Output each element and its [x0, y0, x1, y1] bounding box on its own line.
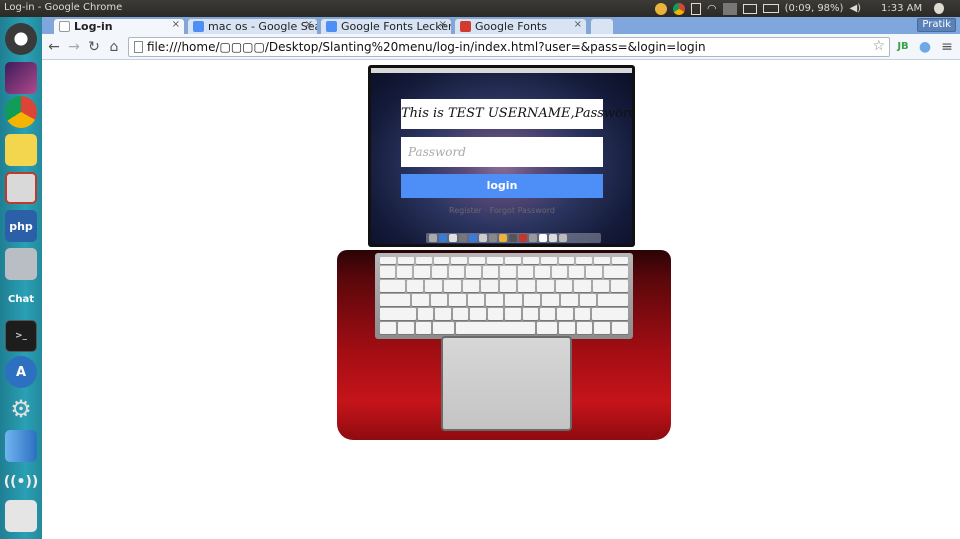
reload-button[interactable]: ↻: [85, 38, 103, 56]
menu-icon[interactable]: ≡: [938, 38, 956, 56]
network-icon[interactable]: ((•)): [4, 466, 39, 498]
chrome-icon[interactable]: [5, 96, 37, 128]
new-tab-button[interactable]: [590, 18, 614, 34]
sticky-notes-icon[interactable]: [5, 134, 37, 166]
login-button[interactable]: login: [401, 174, 603, 198]
page-viewport: This is TEST USERNAME,Password! login Re…: [42, 60, 960, 539]
laptop-keyboard: [375, 253, 633, 339]
google-favicon-icon: [326, 21, 337, 32]
chrome-indicator-icon[interactable]: [673, 2, 685, 15]
mail-icon[interactable]: [742, 3, 757, 14]
google-favicon-icon: [193, 21, 204, 32]
laptop-illustration: This is TEST USERNAME,Password! login Re…: [335, 64, 673, 446]
login-title: This is TEST USERNAME,Password!: [401, 99, 632, 129]
profile-badge[interactable]: Pratik: [917, 18, 956, 32]
php-label: php: [9, 219, 33, 233]
browser-toolbar: ← → ↻ ⌂ file:///home/▢▢▢▢/Desktop/Slanti…: [42, 34, 960, 60]
tab-login[interactable]: Log-in ×: [53, 18, 185, 34]
laptop-base: [335, 248, 673, 444]
disk-icon[interactable]: [5, 248, 37, 280]
tab-label: mac os - Google Sear: [208, 20, 318, 33]
clipboard-icon[interactable]: [691, 2, 701, 15]
trash-icon[interactable]: [5, 500, 37, 532]
jb-extension-icon[interactable]: JB: [894, 38, 912, 56]
php-icon[interactable]: php: [5, 210, 37, 242]
terminal-icon[interactable]: >_: [5, 320, 37, 352]
finder-icon[interactable]: [5, 430, 37, 462]
tab-strip: Log-in × mac os - Google Sear × Google F…: [42, 17, 960, 34]
address-bar[interactable]: file:///home/▢▢▢▢/Desktop/Slanting%20men…: [128, 37, 890, 57]
tab-google-fonts[interactable]: Google Fonts ×: [454, 18, 587, 34]
software-center-icon[interactable]: A: [5, 356, 37, 388]
ubuntu-dash-icon[interactable]: [5, 23, 37, 55]
laptop-trackpad: [441, 336, 572, 431]
laptop-deck: [337, 250, 671, 440]
workspace-icon[interactable]: [5, 62, 37, 94]
bookmark-star-icon[interactable]: ☆: [872, 38, 885, 54]
close-icon[interactable]: ×: [574, 19, 582, 30]
chat-label: Chat: [8, 293, 34, 305]
mac-menubar: [371, 68, 632, 73]
google-fonts-favicon-icon: [460, 21, 471, 32]
close-icon[interactable]: ×: [172, 19, 180, 30]
app-icon[interactable]: [5, 172, 37, 204]
laptop-screen-bezel: This is TEST USERNAME,Password! login Re…: [368, 65, 635, 247]
top-panel: Log-in - Google Chrome ◠ (0:09, 98%) ◀) …: [0, 0, 960, 17]
window-title: Log-in - Google Chrome: [4, 2, 123, 13]
forward-button[interactable]: →: [65, 38, 83, 56]
password-input[interactable]: [401, 137, 603, 167]
indicator-area: ◠ (0:09, 98%) ◀) 1:33 AM: [655, 1, 945, 16]
weather-icon[interactable]: [655, 2, 667, 15]
laptop-screen: This is TEST USERNAME,Password! login Re…: [371, 68, 632, 244]
chat-icon[interactable]: Chat: [5, 283, 37, 315]
wifi-icon[interactable]: ◠: [707, 2, 717, 15]
battery-status[interactable]: (0:09, 98%): [785, 3, 844, 14]
settings-icon[interactable]: ⚙: [5, 393, 37, 425]
back-button[interactable]: ←: [45, 38, 63, 56]
close-icon[interactable]: ×: [305, 19, 313, 30]
apple-icon[interactable]: [934, 3, 945, 14]
keyboard-layout-icon[interactable]: [722, 2, 737, 15]
launcher: php Chat >_ A ⚙ ((•)): [0, 17, 42, 539]
clock[interactable]: 1:33 AM: [881, 3, 922, 14]
register-forgot-links[interactable]: Register · Forgot Password: [401, 206, 603, 215]
tab-label: Log-in: [74, 20, 113, 33]
tab-label: Google Fonts Lecker: [341, 20, 452, 33]
tab-label: Google Fonts: [475, 20, 547, 33]
close-icon[interactable]: ×: [439, 19, 447, 30]
tab-mac-os-search[interactable]: mac os - Google Sear ×: [187, 18, 318, 34]
mac-dock: [426, 233, 601, 243]
tab-google-fonts-lecker[interactable]: Google Fonts Lecker ×: [320, 18, 452, 34]
url-text[interactable]: file:///home/▢▢▢▢/Desktop/Slanting%20men…: [147, 40, 706, 54]
login-form: This is TEST USERNAME,Password! login Re…: [401, 99, 632, 215]
page-favicon-icon: [59, 21, 70, 32]
volume-icon[interactable]: ◀): [849, 3, 861, 14]
extension-icon[interactable]: ●: [916, 38, 934, 56]
battery-icon[interactable]: [762, 4, 779, 13]
page-icon: [134, 41, 143, 53]
home-button[interactable]: ⌂: [105, 38, 123, 56]
